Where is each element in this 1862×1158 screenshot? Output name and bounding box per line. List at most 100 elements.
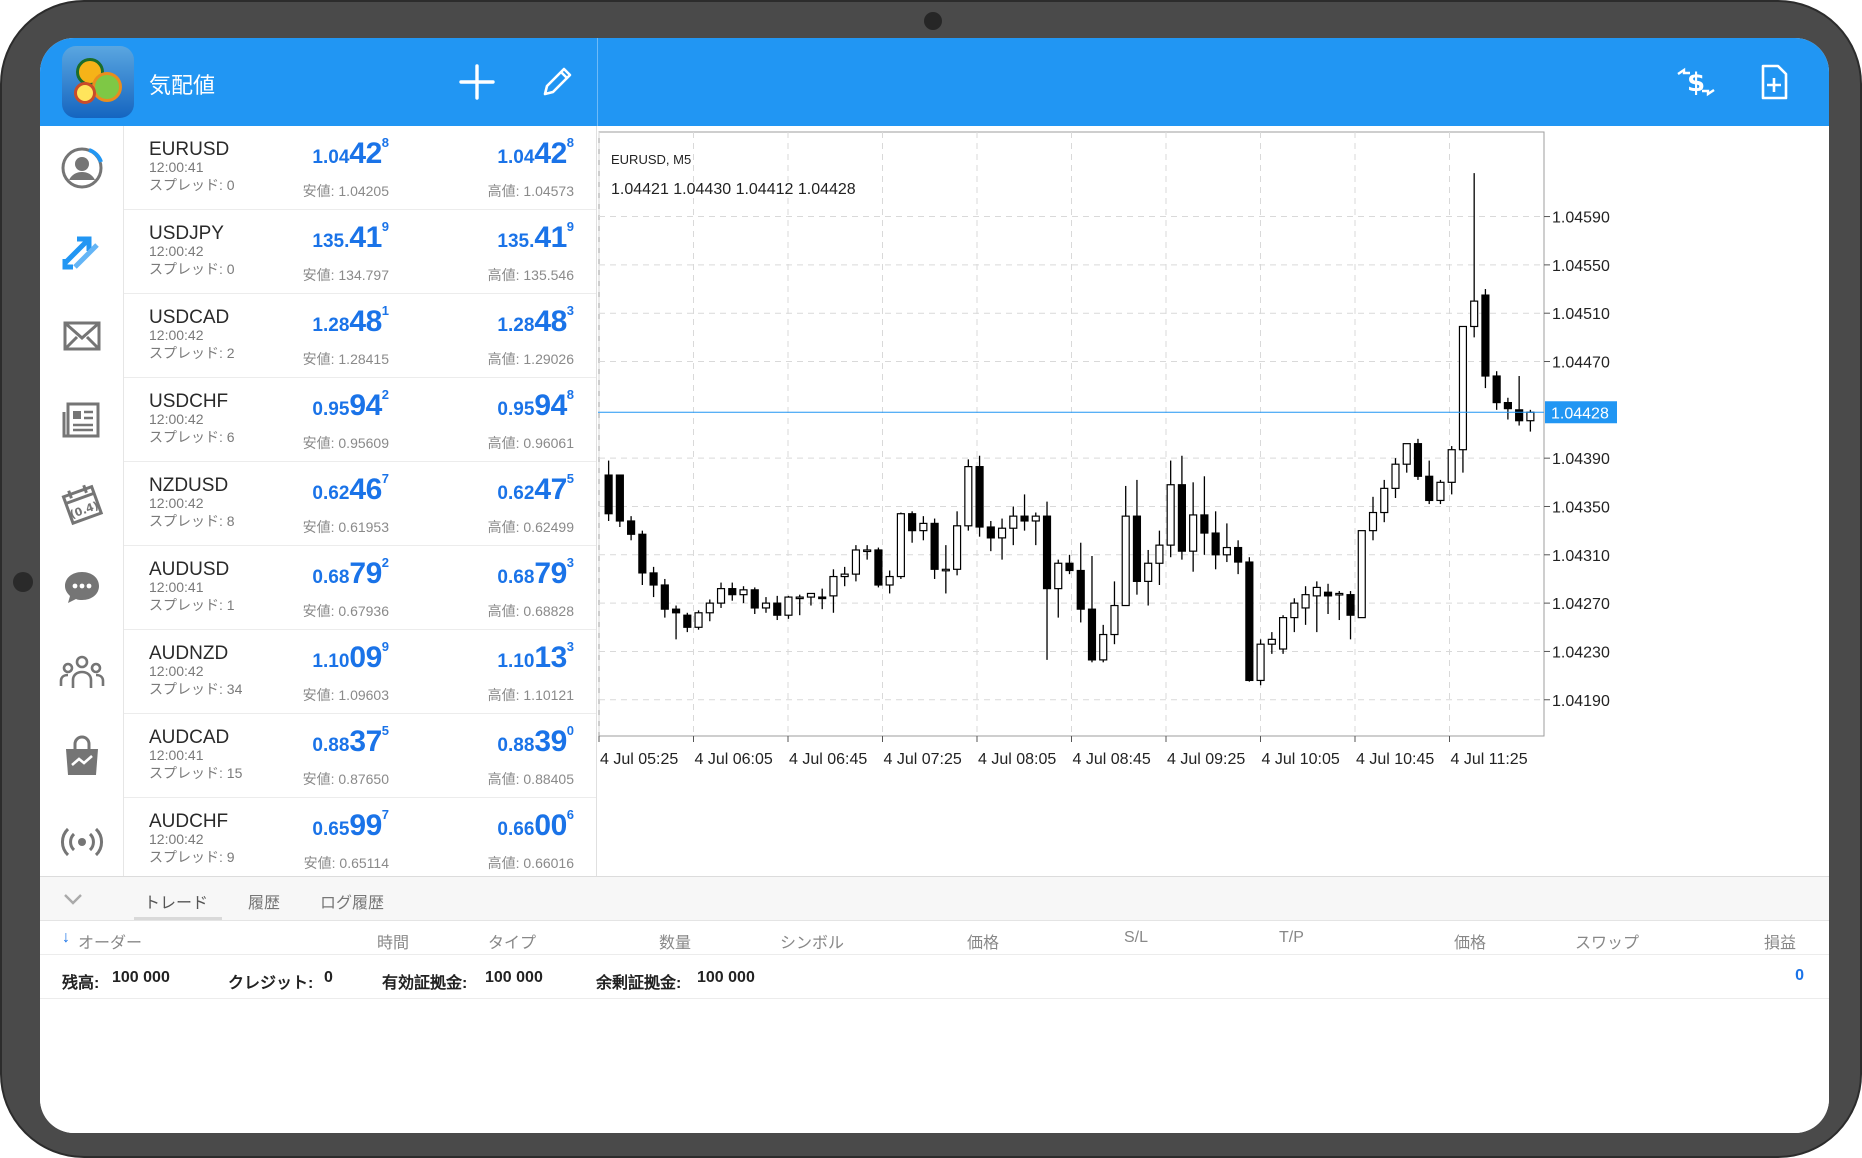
candle [851,545,861,582]
quote-row[interactable]: USDJPY 12:00:42 スプレッド: 0 135.419 135.419 安値: … [124,210,596,294]
app-logo[interactable] [62,46,134,118]
bid-price[interactable]: 0.88375 [312,723,389,759]
candle-body [997,527,1007,539]
quote-row[interactable]: AUDUSD 12:00:41 スプレッド: 1 0.68792 0.68793 安値: … [124,546,596,630]
candle [1470,173,1479,338]
quote-row[interactable]: USDCAD 12:00:42 スプレッド: 2 1.28481 1.28483 安値: … [124,294,596,378]
low-price: 安値: 1.04205 [302,183,389,199]
quote-time: 12:00:42 [149,411,204,427]
high-price: 高値: 0.66016 [487,855,574,871]
sort-arrow-icon[interactable]: ↓ [62,929,70,947]
bid-price[interactable]: 135.419 [312,219,389,255]
nav-signals[interactable] [40,798,124,882]
col-volume[interactable]: 数量 [659,929,691,953]
x-tick-label: 4 Jul 08:05 [978,751,1056,768]
col-order[interactable]: オーダー [78,929,142,953]
candle [1245,557,1254,682]
ask-price[interactable]: 1.10133 [497,639,574,675]
tab-history[interactable]: 履歴 [248,889,280,913]
col-profit[interactable]: 損益 [1764,929,1796,953]
add-symbol-button[interactable] [455,60,499,104]
candle [975,455,984,537]
bid-small: 0.95 [312,399,350,420]
bid-big: 79 [349,557,382,590]
col-type[interactable]: タイプ [488,929,536,953]
quote-row[interactable]: NZDUSD 12:00:42 スプレッド: 8 0.62467 0.62475 安値: … [124,462,596,546]
shopping-bag-icon [66,735,98,775]
quote-row[interactable]: AUDNZD 12:00:42 スプレッド: 34 1.10099 1.10133 安値:… [124,630,596,714]
nav-calendar[interactable]: (0.4) [40,462,124,546]
low-price: 安値: 0.65114 [303,855,389,871]
bid-big: 94 [349,389,382,422]
candle [1020,494,1029,531]
quote-row[interactable]: AUDCHF 12:00:42 スプレッド: 9 0.65997 0.66006 安値: … [124,798,596,876]
tab-journal[interactable]: ログ履歴 [320,889,384,913]
candle [1087,556,1097,663]
candle-body [1009,515,1018,529]
candle [1335,591,1344,621]
candle-body [1110,604,1119,636]
bid-price[interactable]: 0.95942 [312,387,389,423]
high-price: 高値: 0.96061 [487,435,574,451]
ask-big: 47 [534,473,567,506]
edit-button[interactable] [535,60,579,104]
y-tick-label: 1.04390 [1552,451,1610,468]
candlestick-chart[interactable]: 1.04590 1.04550 1.04510 1.04470 1.04390 1.043… [598,126,1829,776]
ask-price[interactable]: 0.95948 [497,387,574,423]
nav-community[interactable] [40,630,124,714]
ask-price[interactable]: 0.62475 [497,471,574,507]
candle [1458,325,1468,473]
spread: スプレッド: 34 [149,681,243,697]
candle-body [1402,443,1411,465]
col-swap[interactable]: スワップ [1575,929,1639,953]
ask-price[interactable]: 1.28483 [497,303,574,339]
nav-news[interactable] [40,378,124,462]
bid-price[interactable]: 0.62467 [312,471,389,507]
ask-price[interactable]: 1.04428 [497,135,574,171]
col-tp[interactable]: T/P [1279,929,1304,947]
col-time[interactable]: 時間 [377,929,409,953]
nav-market[interactable] [40,714,124,798]
candle [638,530,647,585]
quote-row[interactable]: EURUSD 12:00:41 スプレッド: 0 1.04428 1.04428 安値: … [124,126,596,210]
quote-row[interactable]: USDCHF 12:00:42 スプレッド: 6 0.95942 0.95948 安値: … [124,378,596,462]
col-sl[interactable]: S/L [1124,929,1148,947]
bid-price[interactable]: 0.65997 [312,807,389,843]
trade-button[interactable]: $ [1674,60,1718,104]
candle [1357,530,1366,619]
candle-body [941,568,950,572]
candle [1267,632,1276,654]
ask-price[interactable]: 0.88390 [497,723,574,759]
ask-price[interactable]: 0.68793 [497,555,574,591]
bid-price[interactable]: 1.10099 [312,639,389,675]
nav-account[interactable] [40,126,124,210]
tab-trade[interactable]: トレード [144,889,208,913]
candle [919,516,928,541]
nav-chat[interactable] [40,546,124,630]
ask-price[interactable]: 135.419 [497,219,574,255]
nav-mail[interactable] [40,294,124,378]
col-price-current[interactable]: 価格 [1454,929,1486,953]
nav-trade[interactable] [40,210,124,294]
col-symbol[interactable]: シンボル [780,929,844,953]
col-price[interactable]: 価格 [967,929,999,953]
ask-price[interactable]: 0.66006 [497,807,574,843]
bid-price[interactable]: 1.04428 [312,135,389,171]
high-price: 高値: 1.04573 [487,183,574,199]
new-order-button[interactable] [1752,60,1796,104]
candle-body [1020,515,1029,522]
quote-row[interactable]: AUDCAD 12:00:41 スプレッド: 15 0.88375 0.88390 安値:… [124,714,596,798]
candle-body [1413,443,1423,477]
chart-panel[interactable]: 1.04590 1.04550 1.04510 1.04470 1.04390 1.043… [598,126,1829,876]
bid-small: 0.65 [312,819,350,840]
collapse-chevron-icon[interactable] [60,889,86,909]
bid-price[interactable]: 1.28481 [312,303,389,339]
candle-body [1031,515,1040,522]
quote-time: 12:00:41 [149,159,204,175]
bid-price[interactable]: 0.68792 [312,555,389,591]
credit-label: クレジット: [228,975,314,992]
account-icon [61,147,103,189]
page-title: 気配値 [149,73,216,98]
ask-big: 79 [534,557,567,590]
candle [986,520,995,552]
